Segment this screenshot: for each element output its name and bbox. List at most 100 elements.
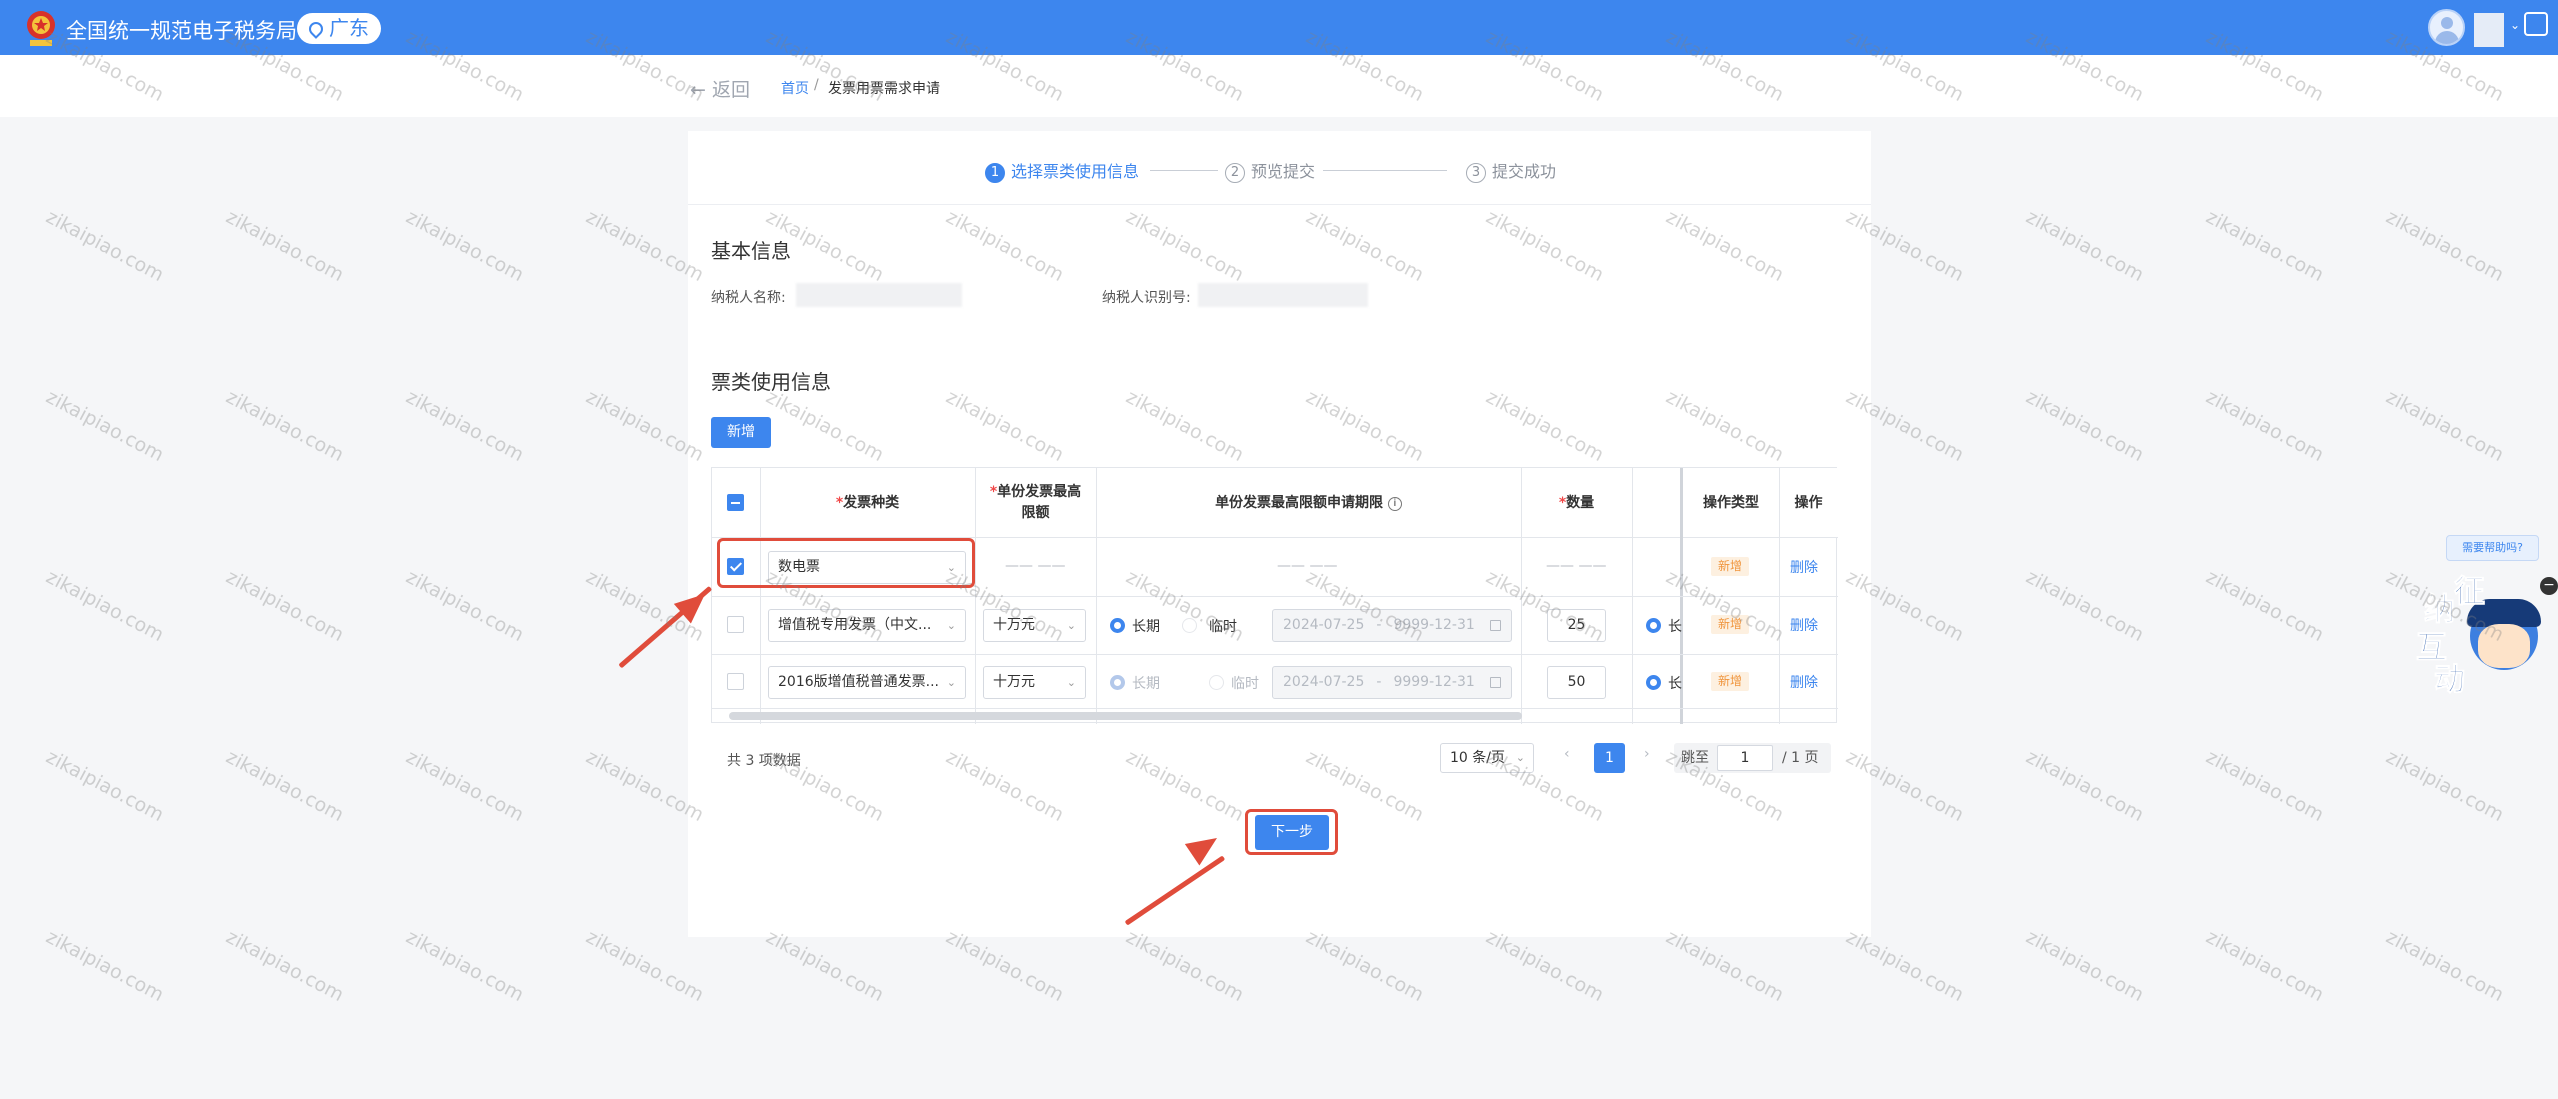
row-3-date-range[interactable]: 2024-07-25-9999-12-31 [1272, 666, 1512, 699]
row-2-max-amount-select[interactable]: 十万元 ⌄ [983, 609, 1086, 642]
row-3-max-amount-select[interactable]: 十万元 ⌄ [983, 666, 1086, 699]
prev-page-button[interactable]: ‹ [1564, 746, 1570, 762]
taxpayer-id-label: 纳税人识别号: [1102, 290, 1191, 306]
watermark-text: zikaipiao.com [582, 925, 708, 1007]
row-3-quantity-input[interactable]: 50 [1547, 666, 1606, 699]
row-2-delete-link[interactable]: 删除 [1790, 615, 1818, 635]
back-label: 返回 [711, 79, 750, 101]
next-page-button[interactable]: › [1644, 746, 1650, 762]
watermark-text: zikaipiao.com [942, 925, 1068, 1007]
current-page-button[interactable]: 1 [1594, 743, 1625, 773]
watermark-text: zikaipiao.com [42, 385, 168, 467]
row-2-period-temp-label: 临时 [1209, 619, 1237, 635]
region-selector[interactable]: 广东 [297, 13, 381, 44]
row-3-date-start: 2024-07-25 [1283, 674, 1365, 690]
watermark-text: zikaipiao.com [222, 565, 348, 647]
watermark-text: zikaipiao.com [222, 925, 348, 1007]
total-pages-text: / 1 页 [1782, 750, 1819, 766]
watermark-text: zikaipiao.com [1122, 925, 1248, 1007]
table-header: *发票种类 *单份发票最高限额 单份发票最高限额申请期限 i *数量 操作类型 … [712, 468, 1838, 538]
row-3-invoice-type-select[interactable]: 2016版增值税普通发票... ⌄ [768, 666, 966, 699]
chevron-down-icon[interactable]: ⌄ [2510, 18, 2520, 32]
column-header-action: 操作 [1794, 494, 1823, 511]
watermark-text: zikaipiao.com [402, 565, 528, 647]
watermark-text: zikaipiao.com [2202, 385, 2328, 467]
row-2-period-temp-radio[interactable] [1182, 618, 1197, 633]
select-all-checkbox[interactable] [727, 494, 744, 511]
step-1-number: 1 [985, 163, 1005, 183]
help-bubble[interactable]: 需要帮助吗? [2446, 535, 2539, 561]
watermark-text: zikaipiao.com [42, 565, 168, 647]
jump-label: 跳至 [1681, 750, 1709, 766]
row-2-period-long-radio[interactable] [1110, 618, 1125, 633]
watermark-text: zikaipiao.com [2022, 205, 2148, 287]
row-2-date-end: 9999-12-31 [1393, 617, 1475, 633]
watermark-text: zikaipiao.com [222, 205, 348, 287]
jump-page-input[interactable]: 1 [1717, 745, 1773, 771]
column-header-max-amount: *单份发票最高限额 [989, 484, 1082, 521]
calendar-icon [1490, 677, 1501, 688]
taxpayer-name-label: 纳税人名称: [711, 290, 786, 306]
highlight-box-first-row [717, 538, 975, 588]
watermark-text: zikaipiao.com [2022, 565, 2148, 647]
assistant-close-button[interactable]: − [2540, 577, 2558, 595]
watermark-text: zikaipiao.com [2382, 745, 2508, 827]
step-1: 1 选择票类使用信息 [985, 158, 1139, 183]
user-avatar-icon[interactable] [2428, 9, 2465, 46]
row-3-period-temp-radio[interactable] [1209, 675, 1224, 690]
usage-info-title: 票类使用信息 [711, 370, 831, 394]
row-1-period-placeholder: —— —— [1277, 558, 1338, 574]
back-button[interactable]: ← 返回 [690, 75, 750, 102]
row-3-checkbox[interactable] [727, 673, 744, 690]
add-button[interactable]: 新增 [711, 417, 771, 448]
national-emblem-icon [27, 11, 55, 46]
row-3-delete-link[interactable]: 删除 [1790, 672, 1818, 692]
watermark-text: zikaipiao.com [42, 205, 168, 287]
watermark-text: zikaipiao.com [402, 925, 528, 1007]
row-2-period-type-radio[interactable] [1646, 618, 1661, 633]
row-2-period-long-label: 长期 [1132, 619, 1160, 635]
row-1-op-type-tag: 新增 [1711, 557, 1749, 576]
watermark-text: zikaipiao.com [402, 205, 528, 287]
taxpayer-name-value-masked [796, 283, 962, 307]
row-2-max-amount-value: 十万元 [993, 617, 1035, 633]
mascot-char-4: 动 [2434, 662, 2466, 699]
column-header-op-type: 操作类型 [1703, 494, 1759, 511]
assistant-mascot[interactable]: 征 纳 互 动 [2412, 566, 2542, 699]
row-3-period-long-radio[interactable] [1110, 675, 1125, 690]
row-3-period-long-label: 长期 [1132, 676, 1160, 692]
scan-icon[interactable] [2524, 12, 2548, 36]
row-2-invoice-type-value: 增值税专用发票（中文... [778, 617, 932, 633]
column-header-period: 单份发票最高限额申请期限 i [1096, 468, 1521, 538]
invoice-usage-table: *发票种类 *单份发票最高限额 单份发票最高限额申请期限 i *数量 操作类型 … [711, 467, 1838, 724]
mascot-char-1: 征 [2454, 574, 2486, 611]
watermark-text: zikaipiao.com [2382, 205, 2508, 287]
page-size-select[interactable]: 10 条/页 ⌄ [1440, 743, 1534, 773]
user-name-masked[interactable] [2474, 13, 2504, 47]
basic-info-title: 基本信息 [711, 239, 791, 263]
row-2-date-range[interactable]: 2024-07-25-9999-12-31 [1272, 609, 1512, 642]
watermark-text: zikaipiao.com [222, 385, 348, 467]
horizontal-scrollbar[interactable] [729, 712, 1522, 720]
watermark-text: zikaipiao.com [2022, 745, 2148, 827]
step-1-label: 选择票类使用信息 [1011, 162, 1140, 181]
chevron-down-icon: ⌄ [946, 619, 956, 632]
row-divider [712, 708, 1838, 709]
chevron-down-icon: ⌄ [1515, 751, 1525, 764]
watermark-text: zikaipiao.com [762, 925, 888, 1007]
row-2-quantity-input[interactable]: 25 [1547, 609, 1606, 642]
row-2-invoice-type-select[interactable]: 增值税专用发票（中文... ⌄ [768, 609, 966, 642]
row-3-period-type-radio[interactable] [1646, 675, 1661, 690]
page-size-value: 10 条/页 [1450, 750, 1505, 766]
watermark-text: zikaipiao.com [402, 385, 528, 467]
watermark-text: zikaipiao.com [222, 745, 348, 827]
mascot-face [2478, 624, 2530, 668]
row-2-date-start: 2024-07-25 [1283, 617, 1365, 633]
breadcrumb-current: 发票用票需求申请 [828, 81, 940, 97]
row-3-period-type-label: 长 [1668, 676, 1682, 692]
row-3-invoice-type-value: 2016版增值税普通发票... [778, 674, 939, 690]
breadcrumb-home-link[interactable]: 首页 [781, 78, 809, 98]
row-1-delete-link[interactable]: 删除 [1790, 557, 1818, 577]
row-2-period-type-label: 长 [1668, 619, 1682, 635]
row-2-checkbox[interactable] [727, 616, 744, 633]
